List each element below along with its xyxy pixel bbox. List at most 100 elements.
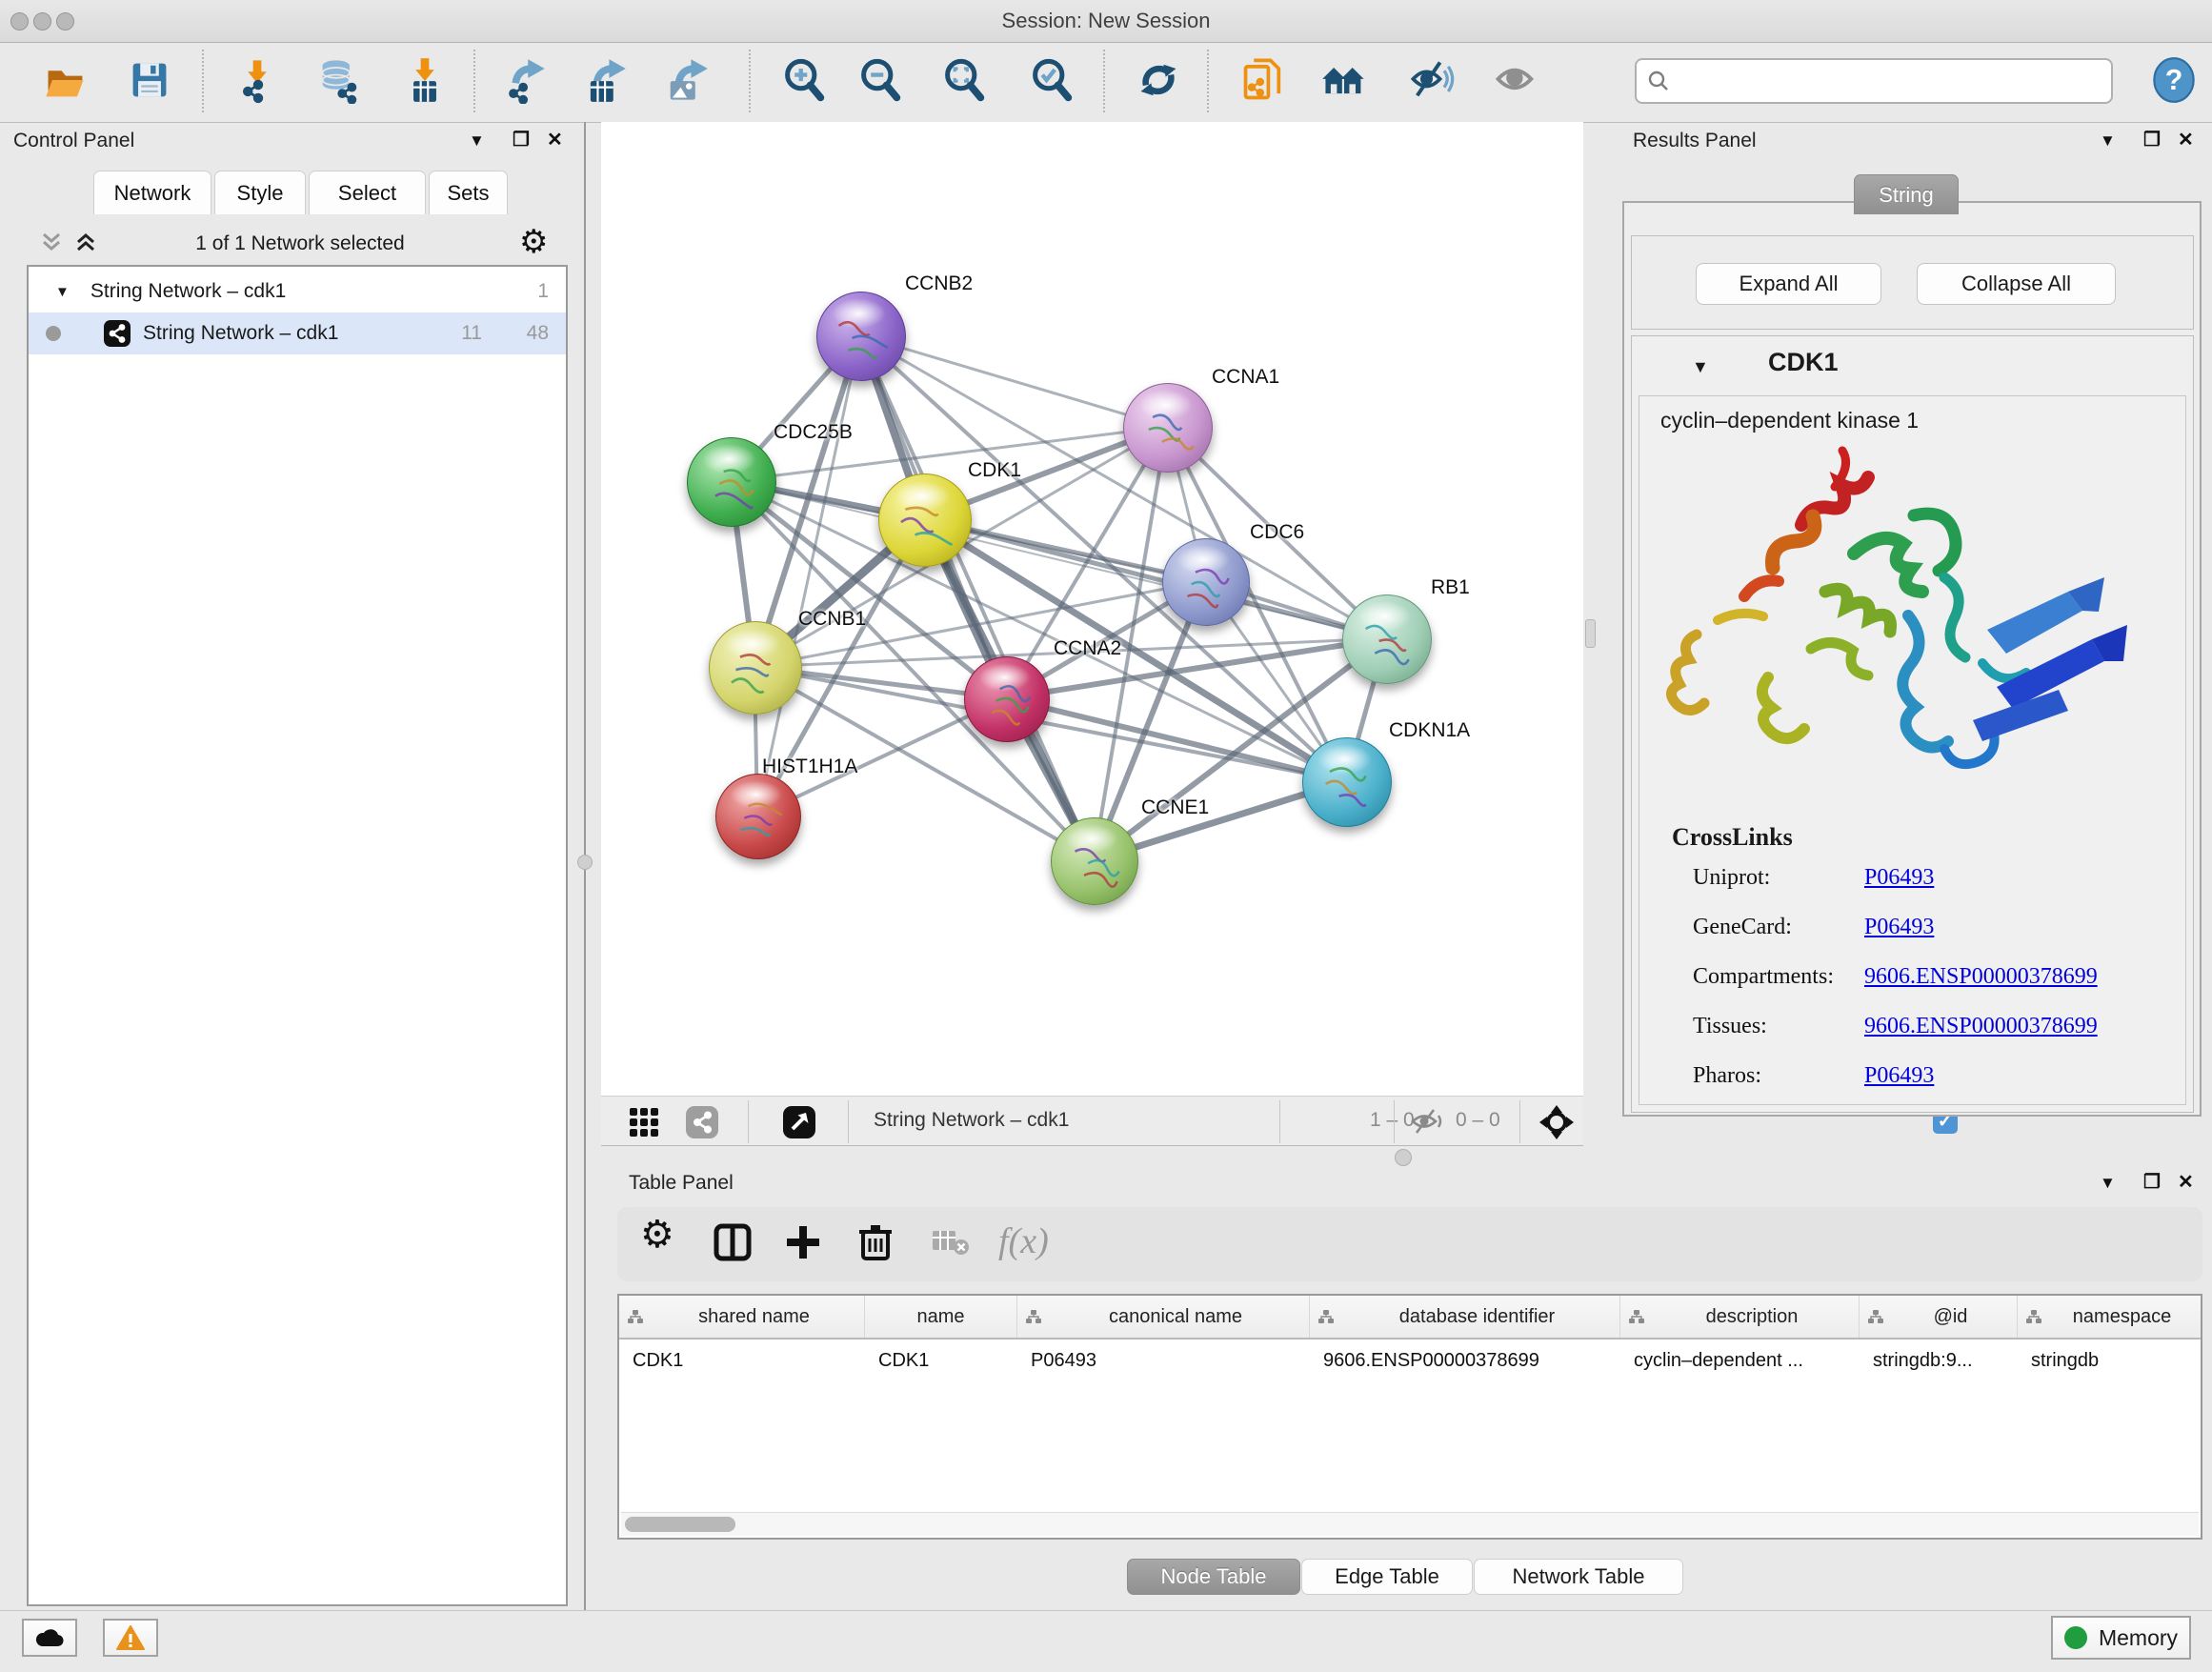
show-all-icon[interactable] xyxy=(1492,56,1539,104)
refresh-icon[interactable] xyxy=(1135,56,1182,104)
column-header-@id[interactable]: @id xyxy=(1860,1296,2018,1338)
cell-namespace[interactable]: stringdb xyxy=(2018,1350,2202,1372)
table-panel-float-icon[interactable]: ❐ xyxy=(2143,1170,2161,1194)
memory-button[interactable]: Memory xyxy=(2051,1616,2191,1660)
column-header-description[interactable]: description xyxy=(1620,1296,1860,1338)
edge-CCNA1-CCNB2[interactable] xyxy=(860,335,1167,427)
network-options-gear-icon[interactable]: ⚙ xyxy=(519,223,548,261)
scrollbar-thumb[interactable] xyxy=(625,1517,735,1532)
grid-view-icon[interactable] xyxy=(629,1107,659,1142)
crosslink-value-link[interactable]: 9606.ENSP00000378699 xyxy=(1864,964,2098,990)
table-panel-close-icon[interactable]: ✕ xyxy=(2178,1170,2194,1194)
cell-@id[interactable]: stringdb:9... xyxy=(1860,1350,2018,1372)
import-table-icon[interactable] xyxy=(401,56,449,104)
node-table[interactable]: shared namenamecanonical namedatabase id… xyxy=(617,1294,2202,1540)
network-row[interactable]: String Network – cdk1 11 48 xyxy=(29,312,566,354)
edge-CCNE1-CCNB2[interactable] xyxy=(860,335,1094,860)
bottom-splitter-handle[interactable] xyxy=(1395,1149,1412,1166)
save-session-icon[interactable] xyxy=(126,56,173,104)
hidden-items-eye-icon[interactable] xyxy=(1409,1107,1447,1140)
search-input[interactable] xyxy=(1671,63,2111,99)
collapse-all-networks-icon[interactable] xyxy=(38,229,65,260)
tab-select[interactable]: Select xyxy=(309,171,426,214)
table-settings-gear-icon[interactable]: ⚙ xyxy=(640,1213,674,1257)
column-header-namespace[interactable]: namespace xyxy=(2018,1296,2202,1338)
node-CCNA1[interactable] xyxy=(1123,383,1213,473)
home-layout-icon[interactable] xyxy=(1320,56,1368,104)
cell-description[interactable]: cyclin–dependent ... xyxy=(1620,1350,1860,1372)
export-table-icon[interactable] xyxy=(580,56,628,104)
node-CDKN1A[interactable] xyxy=(1302,737,1392,827)
crosslink-value-link[interactable]: P06493 xyxy=(1864,915,1934,940)
help-icon[interactable]: ? xyxy=(2150,56,2198,104)
node-CCNB1[interactable] xyxy=(709,621,802,715)
hide-selected-icon[interactable] xyxy=(1409,56,1457,104)
export-network-icon[interactable] xyxy=(501,56,549,104)
cell-database-identifier[interactable]: 9606.ENSP00000378699 xyxy=(1310,1350,1620,1372)
zoom-selected-icon[interactable] xyxy=(1028,56,1076,104)
column-header-canonical-name[interactable]: canonical name xyxy=(1017,1296,1310,1338)
zoom-out-icon[interactable] xyxy=(856,56,904,104)
zoom-fit-icon[interactable] xyxy=(940,56,988,104)
table-horizontal-scrollbar[interactable] xyxy=(621,1512,2199,1536)
search-field[interactable] xyxy=(1635,58,2113,104)
tab-node-table[interactable]: Node Table xyxy=(1127,1559,1300,1595)
birds-eye-view-icon[interactable] xyxy=(1538,1104,1575,1145)
node-CDC6[interactable] xyxy=(1162,538,1250,626)
left-splitter-handle[interactable] xyxy=(577,855,593,870)
delete-column-icon[interactable] xyxy=(854,1220,901,1268)
cell-name[interactable]: CDK1 xyxy=(865,1350,1017,1372)
tab-network-table[interactable]: Network Table xyxy=(1474,1559,1683,1595)
zoom-in-icon[interactable] xyxy=(780,56,828,104)
table-panel-menu-arrow[interactable]: ▼ xyxy=(2100,1174,2116,1193)
duplicate-network-icon[interactable] xyxy=(1239,56,1287,104)
node-HIST1H1A[interactable] xyxy=(715,774,801,859)
table-row[interactable]: CDK1CDK1P064939606.ENSP00000378699cyclin… xyxy=(619,1340,2201,1381)
tab-network[interactable]: Network xyxy=(93,171,211,214)
crosslink-value-link[interactable]: P06493 xyxy=(1864,1063,1934,1089)
add-column-icon[interactable] xyxy=(781,1220,829,1268)
import-database-icon[interactable] xyxy=(315,56,363,104)
collection-collapse-arrow[interactable]: ▼ xyxy=(55,284,70,300)
tab-edge-table[interactable]: Edge Table xyxy=(1301,1559,1473,1595)
column-header-shared-name[interactable]: shared name xyxy=(619,1296,865,1338)
tab-sets[interactable]: Sets xyxy=(429,171,508,214)
node-CDK1[interactable] xyxy=(878,473,972,567)
column-header-name[interactable]: name xyxy=(865,1296,1017,1338)
network-collection-row[interactable]: ▼ String Network – cdk1 1 xyxy=(29,271,566,312)
export-image-icon[interactable] xyxy=(662,56,710,104)
cell-shared-name[interactable]: CDK1 xyxy=(619,1350,865,1372)
crosslink-value-link[interactable]: 9606.ENSP00000378699 xyxy=(1864,1014,2098,1039)
warnings-button[interactable] xyxy=(103,1619,158,1657)
open-in-window-icon[interactable] xyxy=(782,1105,816,1144)
column-header-database-identifier[interactable]: database identifier xyxy=(1310,1296,1620,1338)
cloud-status-button[interactable] xyxy=(22,1619,77,1657)
node-RB1[interactable] xyxy=(1342,594,1432,684)
cell-canonical-name[interactable]: P06493 xyxy=(1017,1350,1310,1372)
tab-string[interactable]: String xyxy=(1854,174,1959,214)
node-CDC25B[interactable] xyxy=(687,437,776,527)
svg-text:?: ? xyxy=(2165,64,2183,96)
control-panel-float-icon[interactable]: ❐ xyxy=(513,128,530,151)
right-splitter-handle[interactable] xyxy=(1585,619,1596,648)
node-CCNE1[interactable] xyxy=(1051,817,1138,905)
network-overview-icon[interactable] xyxy=(685,1105,719,1144)
edge-CCNB2-HIST1H1A[interactable] xyxy=(757,335,860,816)
show-columns-icon[interactable] xyxy=(711,1220,758,1268)
node-CCNA2[interactable] xyxy=(964,656,1050,742)
control-panel-close-icon[interactable]: ✕ xyxy=(547,128,563,151)
results-panel-close-icon[interactable]: ✕ xyxy=(2178,128,2194,151)
expand-all-networks-icon[interactable] xyxy=(72,229,99,260)
node-CCNB2[interactable] xyxy=(816,292,906,381)
import-network-icon[interactable] xyxy=(233,56,281,104)
tab-style[interactable]: Style xyxy=(214,171,306,214)
results-panel-float-icon[interactable]: ❐ xyxy=(2143,128,2161,151)
control-panel-menu-arrow[interactable]: ▼ xyxy=(469,131,485,151)
collapse-all-button[interactable]: Collapse All xyxy=(1917,263,2116,305)
network-canvas[interactable]: CCNB2 CCNA1 CDC25B CDK1 CDC6 RB1 CCNB1 C… xyxy=(601,122,1583,1096)
crosslink-value-link[interactable]: P06493 xyxy=(1864,865,1934,891)
results-panel-menu-arrow[interactable]: ▼ xyxy=(2100,131,2116,151)
open-session-icon[interactable] xyxy=(42,56,90,104)
expand-all-button[interactable]: Expand All xyxy=(1696,263,1881,305)
protein-collapse-arrow[interactable]: ▼ xyxy=(1692,357,1709,377)
